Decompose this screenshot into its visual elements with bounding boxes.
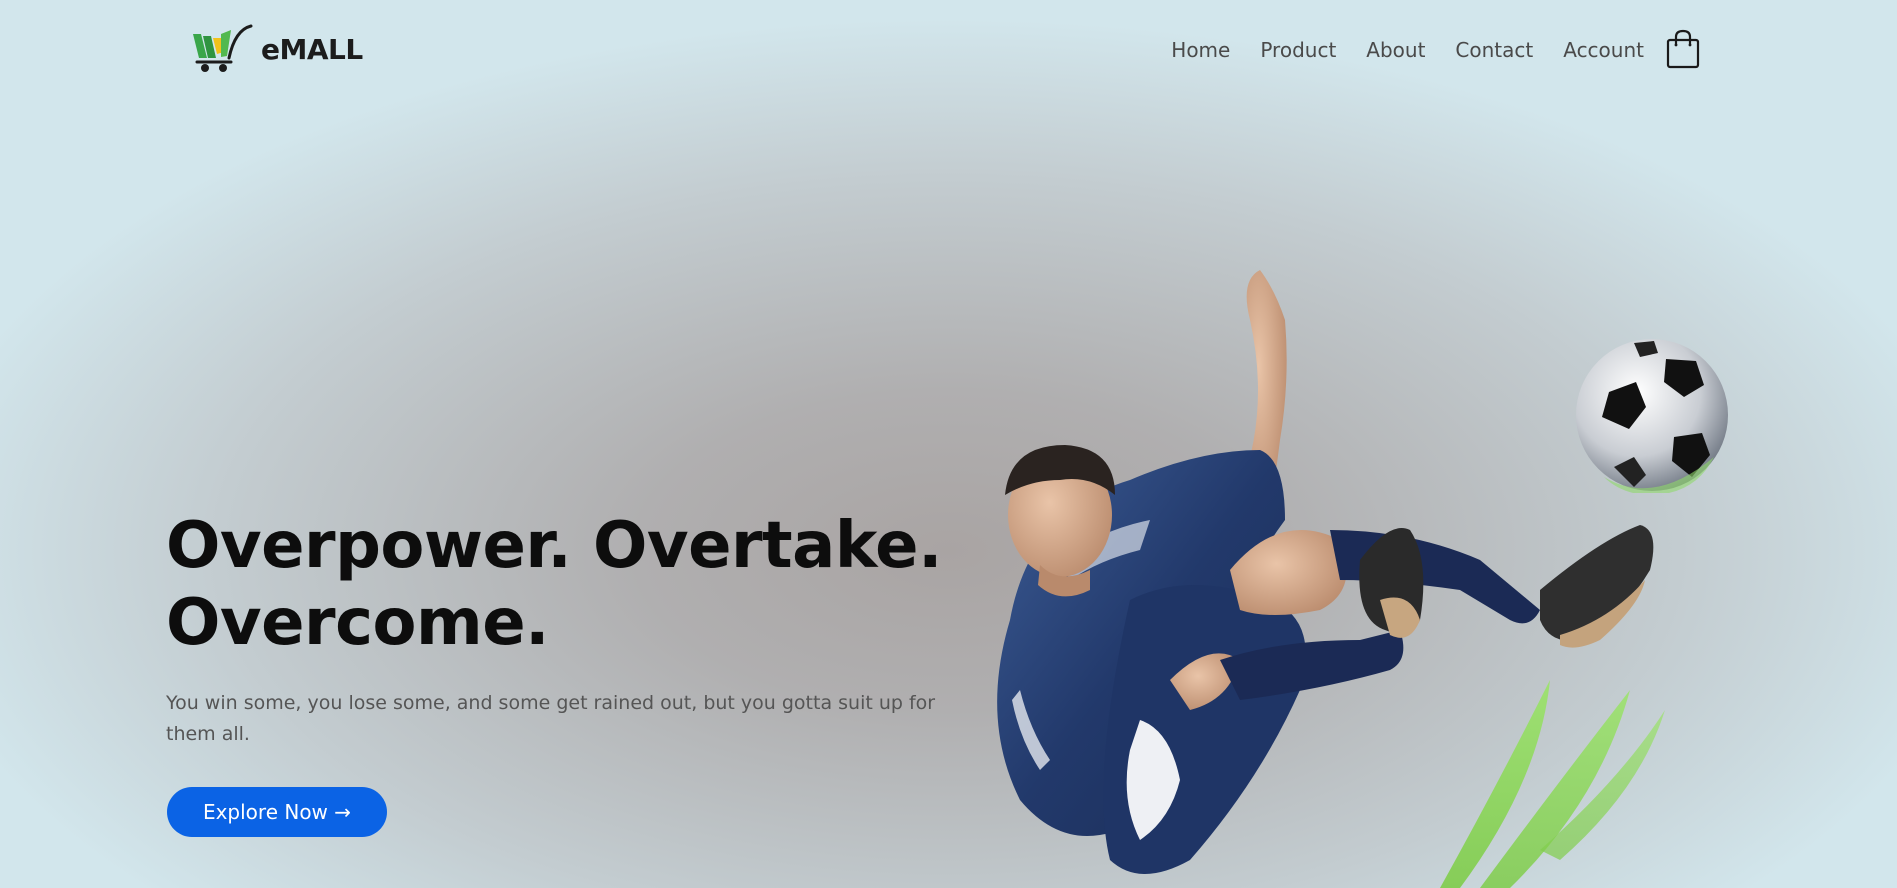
cart-logo-icon <box>193 24 253 72</box>
logo[interactable]: eMALL <box>191 24 363 74</box>
hero-title-line-2: Overcome. <box>166 586 549 660</box>
nav-home-link[interactable]: Home <box>1171 38 1230 62</box>
nav-contact-link[interactable]: Contact <box>1455 38 1533 62</box>
hero-title: Overpower. Overtake. Overcome. <box>166 508 986 662</box>
main-nav: Home Product About Contact Account <box>1171 38 1644 62</box>
page: eMALL Home Product About Contact Account… <box>0 0 1897 888</box>
nav-product-link[interactable]: Product <box>1260 38 1336 62</box>
explore-now-button[interactable]: Explore Now → <box>167 787 387 837</box>
soccer-ball-image <box>1576 339 1728 493</box>
brand-name: eMALL <box>261 32 363 66</box>
nav-about-link[interactable]: About <box>1366 38 1425 62</box>
nav-account-link[interactable]: Account <box>1563 38 1644 62</box>
hero-title-line-1: Overpower. Overtake. <box>166 509 942 583</box>
shopping-bag-icon[interactable] <box>1666 29 1700 69</box>
hero-description: You win some, you lose some, and some ge… <box>166 692 936 745</box>
